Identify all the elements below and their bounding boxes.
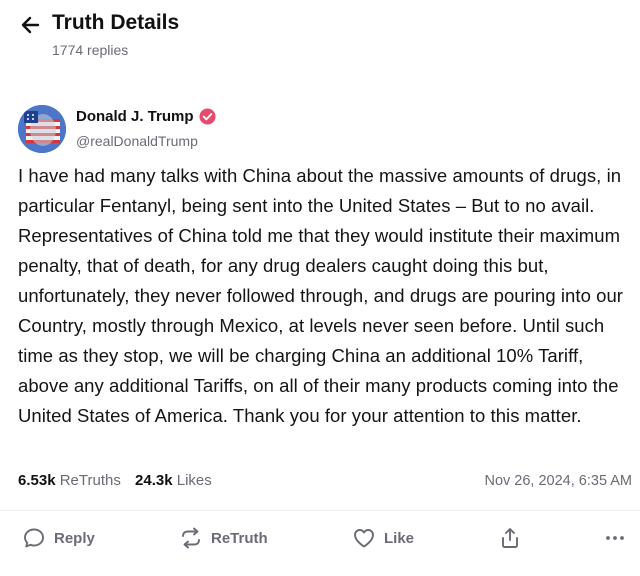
page-title: Truth Details	[52, 11, 180, 34]
author-name-link[interactable]: Donald J. Trump	[76, 108, 216, 125]
share-upload-icon	[502, 528, 518, 548]
avatar[interactable]	[18, 105, 66, 153]
verified-badge-icon	[198, 108, 216, 125]
retruths-stat[interactable]: 6.53k ReTruths	[18, 472, 121, 489]
retruths-label: ReTruths	[59, 472, 121, 489]
likes-stat[interactable]: 24.3k Likes	[135, 472, 212, 489]
retruth-label: ReTruth	[211, 529, 268, 547]
reply-button[interactable]: Reply	[22, 524, 95, 552]
likes-label: Likes	[176, 472, 212, 489]
reply-count: 1774 replies	[52, 42, 129, 58]
post-stats: 6.53k ReTruths 24.3k Likes	[18, 472, 222, 489]
page-header: Truth Details 1774 replies	[0, 0, 640, 78]
author-name: Donald J. Trump	[76, 108, 194, 125]
back-button[interactable]	[18, 12, 44, 38]
more-dots-icon	[606, 536, 624, 540]
arrow-left-icon	[21, 16, 40, 34]
repost-arrows-icon	[182, 527, 200, 549]
heart-icon	[354, 529, 374, 548]
like-label: Like	[384, 529, 415, 547]
author-avatar-image	[18, 105, 66, 153]
divider	[0, 510, 640, 511]
author-handle[interactable]: @realDonaldTrump	[76, 133, 198, 149]
retruths-count: 6.53k	[18, 472, 56, 489]
share-button[interactable]	[498, 524, 522, 552]
reply-label: Reply	[54, 529, 95, 547]
speech-bubble-icon	[24, 528, 44, 548]
post-body-text: I have had many talks with China about t…	[18, 165, 623, 426]
retruth-button[interactable]: ReTruth	[179, 524, 268, 552]
more-options-button[interactable]	[604, 524, 626, 552]
like-button[interactable]: Like	[352, 524, 414, 552]
likes-count: 24.3k	[135, 472, 173, 489]
post-timestamp: Nov 26, 2024, 6:35 AM	[484, 473, 632, 489]
